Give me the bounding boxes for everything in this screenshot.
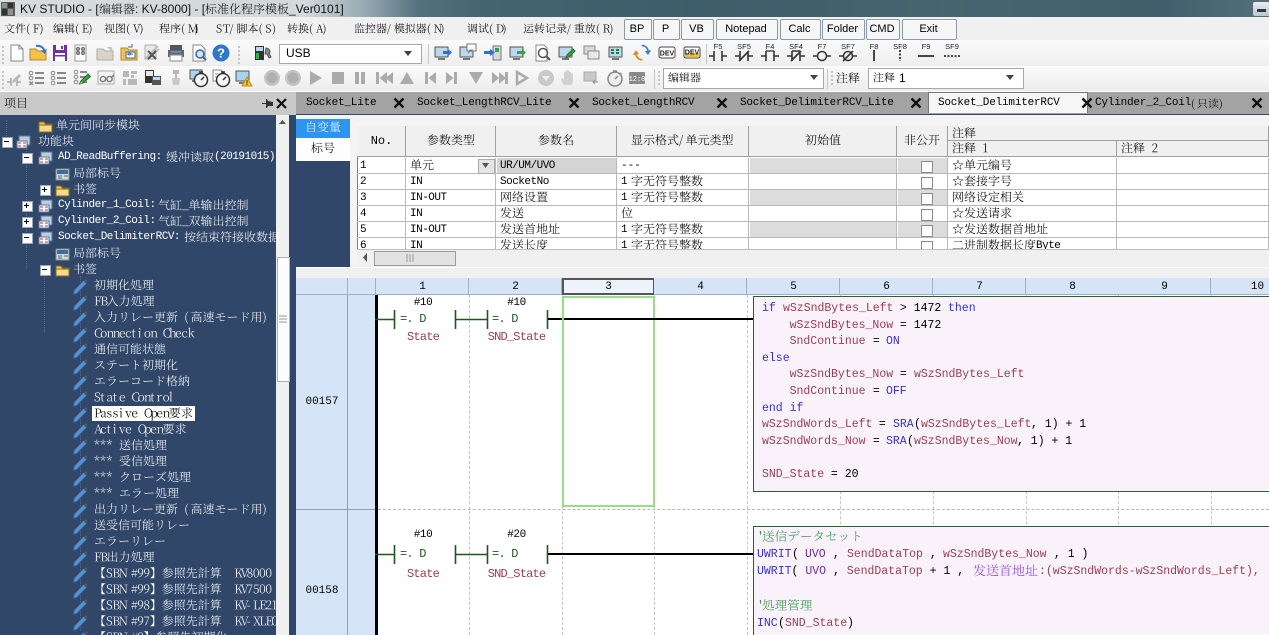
svg-text:?: ? <box>217 46 225 61</box>
svg-text:SF9: SF9 <box>945 42 959 51</box>
svg-text:F7: F7 <box>818 42 827 51</box>
svg-text:SF8: SF8 <box>893 42 907 51</box>
svg-text:F5: F5 <box>714 42 723 51</box>
svg-text:F8: F8 <box>870 42 879 51</box>
svg-text:DEV: DEV <box>685 50 700 57</box>
svg-text:SF4: SF4 <box>789 42 803 51</box>
svg-text:F4: F4 <box>766 42 775 51</box>
svg-text:SF7: SF7 <box>841 42 855 51</box>
svg-text:SF5: SF5 <box>737 42 751 51</box>
svg-text:!: ! <box>246 80 248 87</box>
svg-text:DEV: DEV <box>660 51 675 58</box>
svg-text:F9: F9 <box>922 42 931 51</box>
svg-text:12:0: 12:0 <box>629 76 646 84</box>
